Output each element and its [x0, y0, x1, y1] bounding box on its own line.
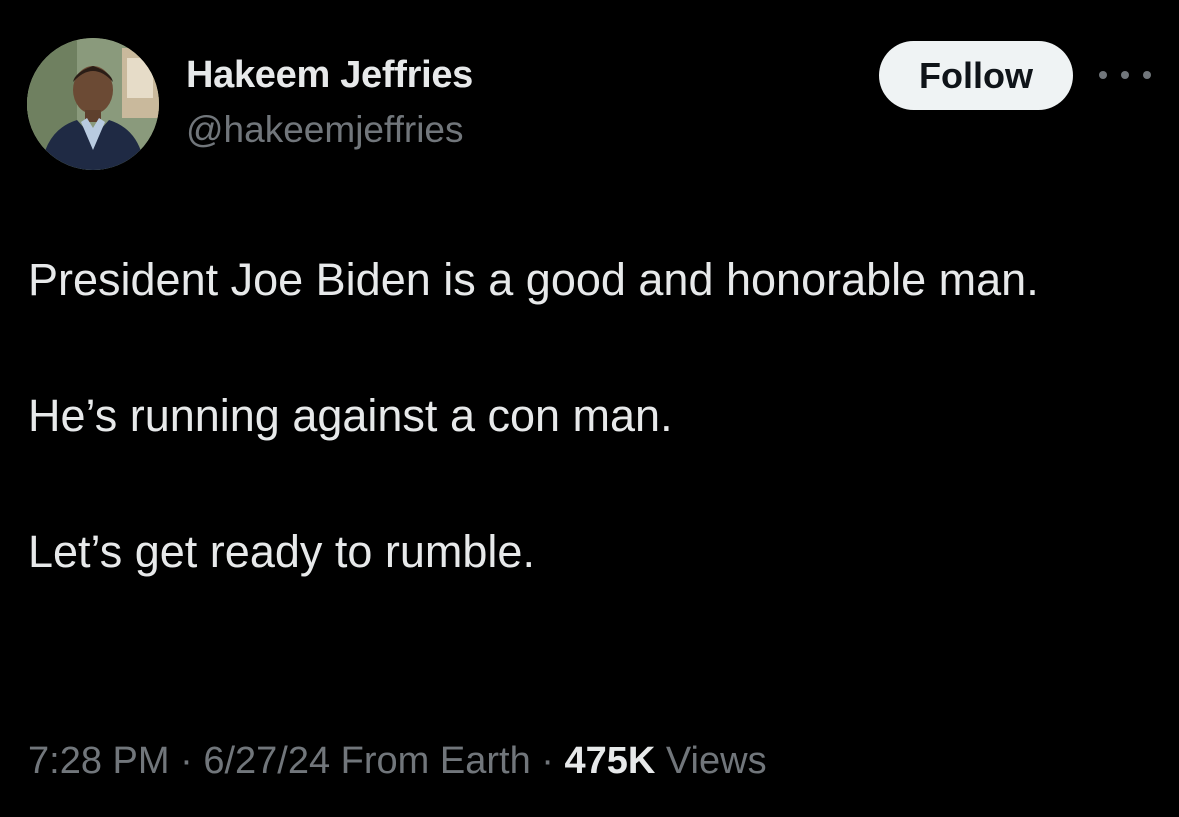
tweet-card: Hakeem Jeffries @hakeemjeffries Follow P…	[0, 0, 1179, 817]
tweet-text: President Joe Biden is a good and honora…	[28, 246, 1128, 586]
views-count[interactable]: 475K	[565, 740, 656, 782]
dot	[1121, 71, 1129, 79]
avatar[interactable]	[27, 38, 159, 170]
tweet-paragraph: He’s running against a con man.	[28, 390, 673, 441]
tweet-paragraph: Let’s get ready to rumble.	[28, 526, 535, 577]
tweet-time[interactable]: 7:28 PM	[28, 740, 170, 782]
tweet-location: From Earth	[330, 740, 531, 782]
meta-separator: ·	[530, 740, 565, 782]
views-label: Views	[655, 740, 767, 782]
more-options-icon[interactable]	[1099, 62, 1151, 88]
follow-button[interactable]: Follow	[879, 41, 1073, 110]
dot	[1143, 71, 1151, 79]
tweet-paragraph: President Joe Biden is a good and honora…	[28, 254, 1039, 305]
dot	[1099, 71, 1107, 79]
tweet-date[interactable]: 6/27/24	[203, 740, 330, 782]
tweet-metadata: 7:28 PM · 6/27/24 From Earth · 475K View…	[28, 740, 767, 783]
avatar-photo-icon	[27, 38, 159, 170]
meta-separator: ·	[169, 740, 204, 782]
author-display-name[interactable]: Hakeem Jeffries	[186, 54, 473, 97]
author-handle[interactable]: @hakeemjeffries	[186, 109, 464, 151]
